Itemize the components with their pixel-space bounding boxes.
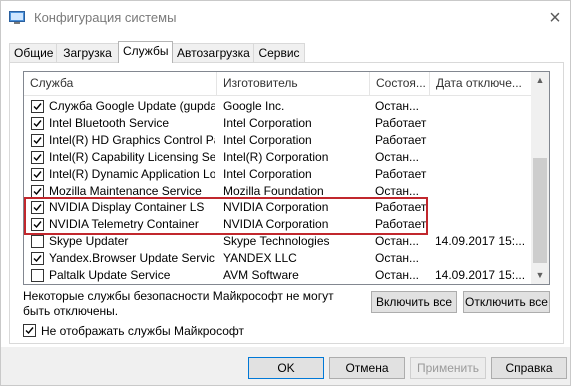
service-checkbox[interactable]: [31, 100, 44, 113]
service-name-cell: Служба Google Update (gupdat...: [49, 99, 215, 113]
disable-all-button[interactable]: Отключить все: [463, 291, 550, 313]
system-configuration-window: Конфигурация системы × Общие Загрузка Сл…: [0, 0, 571, 386]
hide-microsoft-services-label: Не отображать службы Майкрософт: [41, 324, 245, 338]
ok-button[interactable]: OK: [248, 357, 324, 379]
column-header-service[interactable]: Служба: [24, 72, 216, 95]
service-checkbox[interactable]: [31, 150, 44, 164]
column-header-manufacturer[interactable]: Изготовитель: [217, 72, 369, 95]
manufacturer-cell: Google Inc.: [223, 99, 285, 113]
service-name-cell: Intel(R) Dynamic Application Lo...: [49, 166, 215, 181]
checkmark-icon: [33, 103, 42, 111]
tab-general[interactable]: Общие: [9, 43, 57, 62]
close-icon[interactable]: ×: [541, 4, 569, 32]
manufacturer-cell: YANDEX LLC: [223, 251, 297, 266]
date-disabled-cell: [435, 115, 531, 132]
status-cell: Остан...: [375, 268, 419, 282]
service-name-cell: Paltalk Update Service: [49, 268, 171, 282]
checkmark-icon: [33, 255, 42, 263]
dialog-footer: OK Отмена Применить Справка: [1, 347, 570, 385]
title-bar: Конфигурация системы ×: [1, 1, 570, 35]
apply-button[interactable]: Применить: [410, 357, 486, 379]
service-name-cell: Skype Updater: [49, 234, 129, 249]
help-button[interactable]: Справка: [491, 357, 567, 379]
table-row[interactable]: Skype Updater Skype Technologies Остан... 1…: [24, 233, 531, 250]
scroll-down-arrow-icon[interactable]: ▼: [531, 267, 549, 284]
table-row[interactable]: Служба Google Update (gupdat... Google In…: [24, 98, 531, 115]
checkmark-icon: [33, 119, 42, 127]
checkmark-icon: [33, 136, 42, 144]
service-checkbox[interactable]: [31, 167, 44, 181]
scroll-up-arrow-icon[interactable]: ▲: [531, 72, 549, 89]
service-name-cell: Intel Bluetooth Service: [49, 115, 170, 130]
column-header-date-disabled[interactable]: Дата отключе...: [430, 72, 531, 95]
date-disabled-cell: [435, 166, 531, 183]
column-header-status[interactable]: Состоя...: [370, 72, 429, 95]
service-checkbox[interactable]: [31, 133, 44, 147]
scrollbar-thumb[interactable]: [533, 158, 547, 263]
hide-microsoft-services-checkbox[interactable]: [23, 324, 36, 337]
status-cell: Остан...: [375, 149, 419, 164]
date-disabled-cell: 14.09.2017 15:...: [435, 268, 526, 282]
checkmark-icon: [33, 187, 42, 195]
date-disabled-cell: 14.09.2017 15:...: [435, 234, 526, 249]
manufacturer-cell: Skype Technologies: [223, 234, 330, 249]
msconfig-app-icon: [9, 11, 25, 24]
service-name-cell: Intel(R) HD Graphics Control Pa...: [49, 132, 215, 147]
status-cell: Работает: [375, 132, 427, 147]
service-name-cell: Intel(R) Capability Licensing Ser...: [49, 149, 215, 164]
enable-all-button[interactable]: Включить все: [371, 291, 457, 313]
manufacturer-cell: Intel Corporation: [223, 115, 312, 130]
date-disabled-cell: [435, 183, 531, 200]
status-cell: Работает: [375, 115, 427, 130]
status-cell: Остан...: [375, 251, 419, 266]
services-list[interactable]: Служба Изготовитель Состоя... Дата отклю…: [23, 71, 550, 285]
checkmark-icon: [25, 327, 34, 335]
manufacturer-cell: Intel Corporation: [223, 132, 312, 147]
date-disabled-cell: [435, 216, 531, 233]
table-row[interactable]: Paltalk Update Service AVM Software Остан.…: [24, 267, 531, 284]
tab-tools[interactable]: Сервис: [253, 43, 305, 62]
service-checkbox[interactable]: [31, 184, 44, 198]
date-disabled-cell: [435, 132, 531, 149]
date-disabled-cell: [435, 149, 531, 166]
table-row[interactable]: Intel Bluetooth Service Intel Corporation…: [24, 115, 531, 132]
tab-services[interactable]: Службы: [118, 41, 173, 63]
status-cell: Работает: [375, 166, 427, 181]
window-title: Конфигурация системы: [34, 10, 177, 25]
manufacturer-cell: Intel(R) Corporation: [223, 149, 329, 164]
table-row[interactable]: Yandex.Browser Update Service YANDEX LLC О…: [24, 250, 531, 267]
cancel-button[interactable]: Отмена: [329, 357, 405, 379]
date-disabled-cell: [435, 250, 531, 267]
manufacturer-cell: AVM Software: [223, 268, 299, 282]
table-row[interactable]: Intel(R) Capability Licensing Ser... Inte…: [24, 149, 531, 166]
service-checkbox[interactable]: [31, 269, 44, 282]
service-checkbox[interactable]: [31, 116, 44, 130]
vertical-scrollbar[interactable]: ▲ ▼: [531, 72, 549, 284]
date-disabled-cell: [435, 98, 531, 115]
nvidia-highlight-box: [24, 197, 428, 235]
tab-boot[interactable]: Загрузка: [56, 43, 119, 62]
checkmark-icon: [33, 153, 42, 161]
list-header: Служба Изготовитель Состоя... Дата отклю…: [24, 72, 531, 96]
security-services-note: Некоторые службы безопасности Майкрософт…: [23, 289, 334, 318]
service-checkbox[interactable]: [31, 235, 44, 249]
manufacturer-cell: Intel Corporation: [223, 166, 312, 181]
tab-startup[interactable]: Автозагрузка: [172, 43, 254, 62]
status-cell: Остан...: [375, 99, 419, 113]
checkmark-icon: [33, 170, 42, 178]
table-row[interactable]: Intel(R) HD Graphics Control Pa... Intel …: [24, 132, 531, 149]
service-name-cell: Yandex.Browser Update Service: [49, 251, 215, 266]
service-checkbox[interactable]: [31, 252, 44, 266]
status-cell: Остан...: [375, 234, 419, 249]
table-row[interactable]: Intel(R) Dynamic Application Lo... Intel …: [24, 166, 531, 183]
date-disabled-cell: [435, 199, 531, 216]
